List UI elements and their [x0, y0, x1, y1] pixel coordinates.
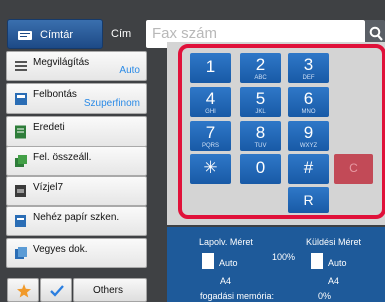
fax-number-placeholder: Fax szám [152, 25, 218, 42]
redial-button[interactable]: R [288, 187, 329, 213]
original-button[interactable]: Eredeti [6, 116, 147, 147]
send-size-value: Auto [328, 258, 347, 268]
job-build-icon [15, 155, 27, 167]
exposure-label: Megvilágítás [33, 57, 90, 68]
job-build-button[interactable]: Fel. összeáll. [6, 146, 147, 176]
resolution-label: Felbontás [33, 89, 77, 100]
keypad-key-number: 1 [205, 57, 216, 76]
redial-label: R [303, 192, 314, 208]
address-book-icon [18, 31, 32, 40]
keypad-key[interactable]: 1 [190, 53, 231, 83]
check-icon [50, 285, 64, 297]
original-paper-value: A4 [220, 276, 232, 286]
keypad-key-letters: PQRS [201, 143, 219, 149]
watermark-icon [15, 185, 26, 197]
others-button[interactable]: Others [73, 278, 147, 302]
heavy-paper-icon [15, 215, 26, 227]
original-icon [15, 125, 26, 138]
original-size-paper-icon [202, 253, 214, 269]
heavy-paper-scan-label: Nehéz papír szken. [33, 212, 120, 223]
keypad-key[interactable]: 3 DEF [288, 53, 329, 83]
mixed-originals-icon [15, 247, 27, 259]
keypad-key-letters: JKL [255, 109, 266, 115]
resolution-icon [15, 92, 27, 105]
keypad-key-letters: DEF [302, 75, 315, 81]
mixed-originals-label: Vegyes dok. [33, 244, 88, 255]
exposure-value: Auto [119, 65, 140, 76]
original-label: Eredeti [33, 122, 65, 133]
keypad-key[interactable]: 5 JKL [240, 87, 281, 117]
ratio-value: 100% [272, 252, 296, 262]
watermark-label: Vízjel7 [33, 182, 64, 193]
keypad-key[interactable]: 7 PQRS [190, 121, 231, 151]
memory-value: 0% [318, 291, 332, 301]
address-book-label: Címtár [40, 29, 73, 41]
keypad-key[interactable]: 0 [240, 154, 281, 184]
keypad-key[interactable]: 2 ABC [240, 53, 281, 83]
keypad-key-number: 4 [205, 89, 216, 108]
keypad-key-number: 9 [303, 123, 314, 142]
mixed-originals-button[interactable]: Vegyes dok. [6, 238, 147, 268]
watermark-button[interactable]: Vízjel7 [6, 176, 147, 206]
keypad-key-number: 2 [255, 55, 266, 74]
keypad-key-letters: ABC [254, 75, 267, 81]
heavy-paper-scan-button[interactable]: Nehéz papír szken. [6, 206, 147, 236]
exposure-button[interactable]: Megvilágítás Auto [6, 51, 147, 81]
original-size-value: Auto [219, 258, 238, 268]
memory-label: fogadási memória: [200, 291, 275, 301]
send-size-paper-icon [311, 253, 323, 269]
keypad-key-number: ✳ [203, 158, 218, 177]
keypad-key-number: 0 [255, 158, 266, 177]
keypad-key-number: # [303, 158, 314, 177]
address-label: Cím [111, 28, 132, 40]
keypad-key-number: 5 [255, 89, 266, 108]
check-button[interactable] [40, 278, 72, 302]
job-build-label: Fel. összeáll. [33, 152, 92, 163]
keypad-key[interactable]: ✳ [190, 154, 231, 184]
keypad-key[interactable]: # [288, 154, 329, 184]
clear-button[interactable]: C [334, 154, 373, 184]
favorite-button[interactable] [7, 278, 39, 302]
star-icon [17, 284, 31, 298]
keypad-key-letters: GHI [205, 109, 216, 115]
keypad-key-letters: WXYZ [299, 143, 318, 149]
keypad-key[interactable]: 9 WXYZ [288, 121, 329, 151]
keypad-key-number: 7 [205, 123, 216, 142]
keypad-key-letters: MNO [301, 109, 316, 115]
resolution-button[interactable]: Felbontás Szuperfinom [6, 83, 147, 114]
send-size-label: Küldési Méret [306, 237, 362, 247]
keypad-key-number: 3 [303, 55, 314, 74]
send-paper-value: A4 [328, 276, 340, 286]
keypad-key[interactable]: 4 GHI [190, 87, 231, 117]
keypad-key[interactable]: 6 MNO [288, 87, 329, 117]
address-book-button[interactable]: Címtár [7, 19, 103, 49]
keypad-key-letters: TUV [254, 143, 267, 149]
keypad-key-number: 8 [255, 123, 266, 142]
original-size-label: Lapolv. Méret [199, 237, 253, 247]
resolution-value: Szuperfinom [83, 98, 140, 109]
keypad-key[interactable]: 8 TUV [240, 121, 281, 151]
clear-label: C [349, 161, 358, 175]
others-label: Others [93, 285, 124, 296]
search-icon [369, 26, 383, 41]
keypad-key-number: 6 [303, 89, 314, 108]
exposure-icon [15, 61, 27, 71]
